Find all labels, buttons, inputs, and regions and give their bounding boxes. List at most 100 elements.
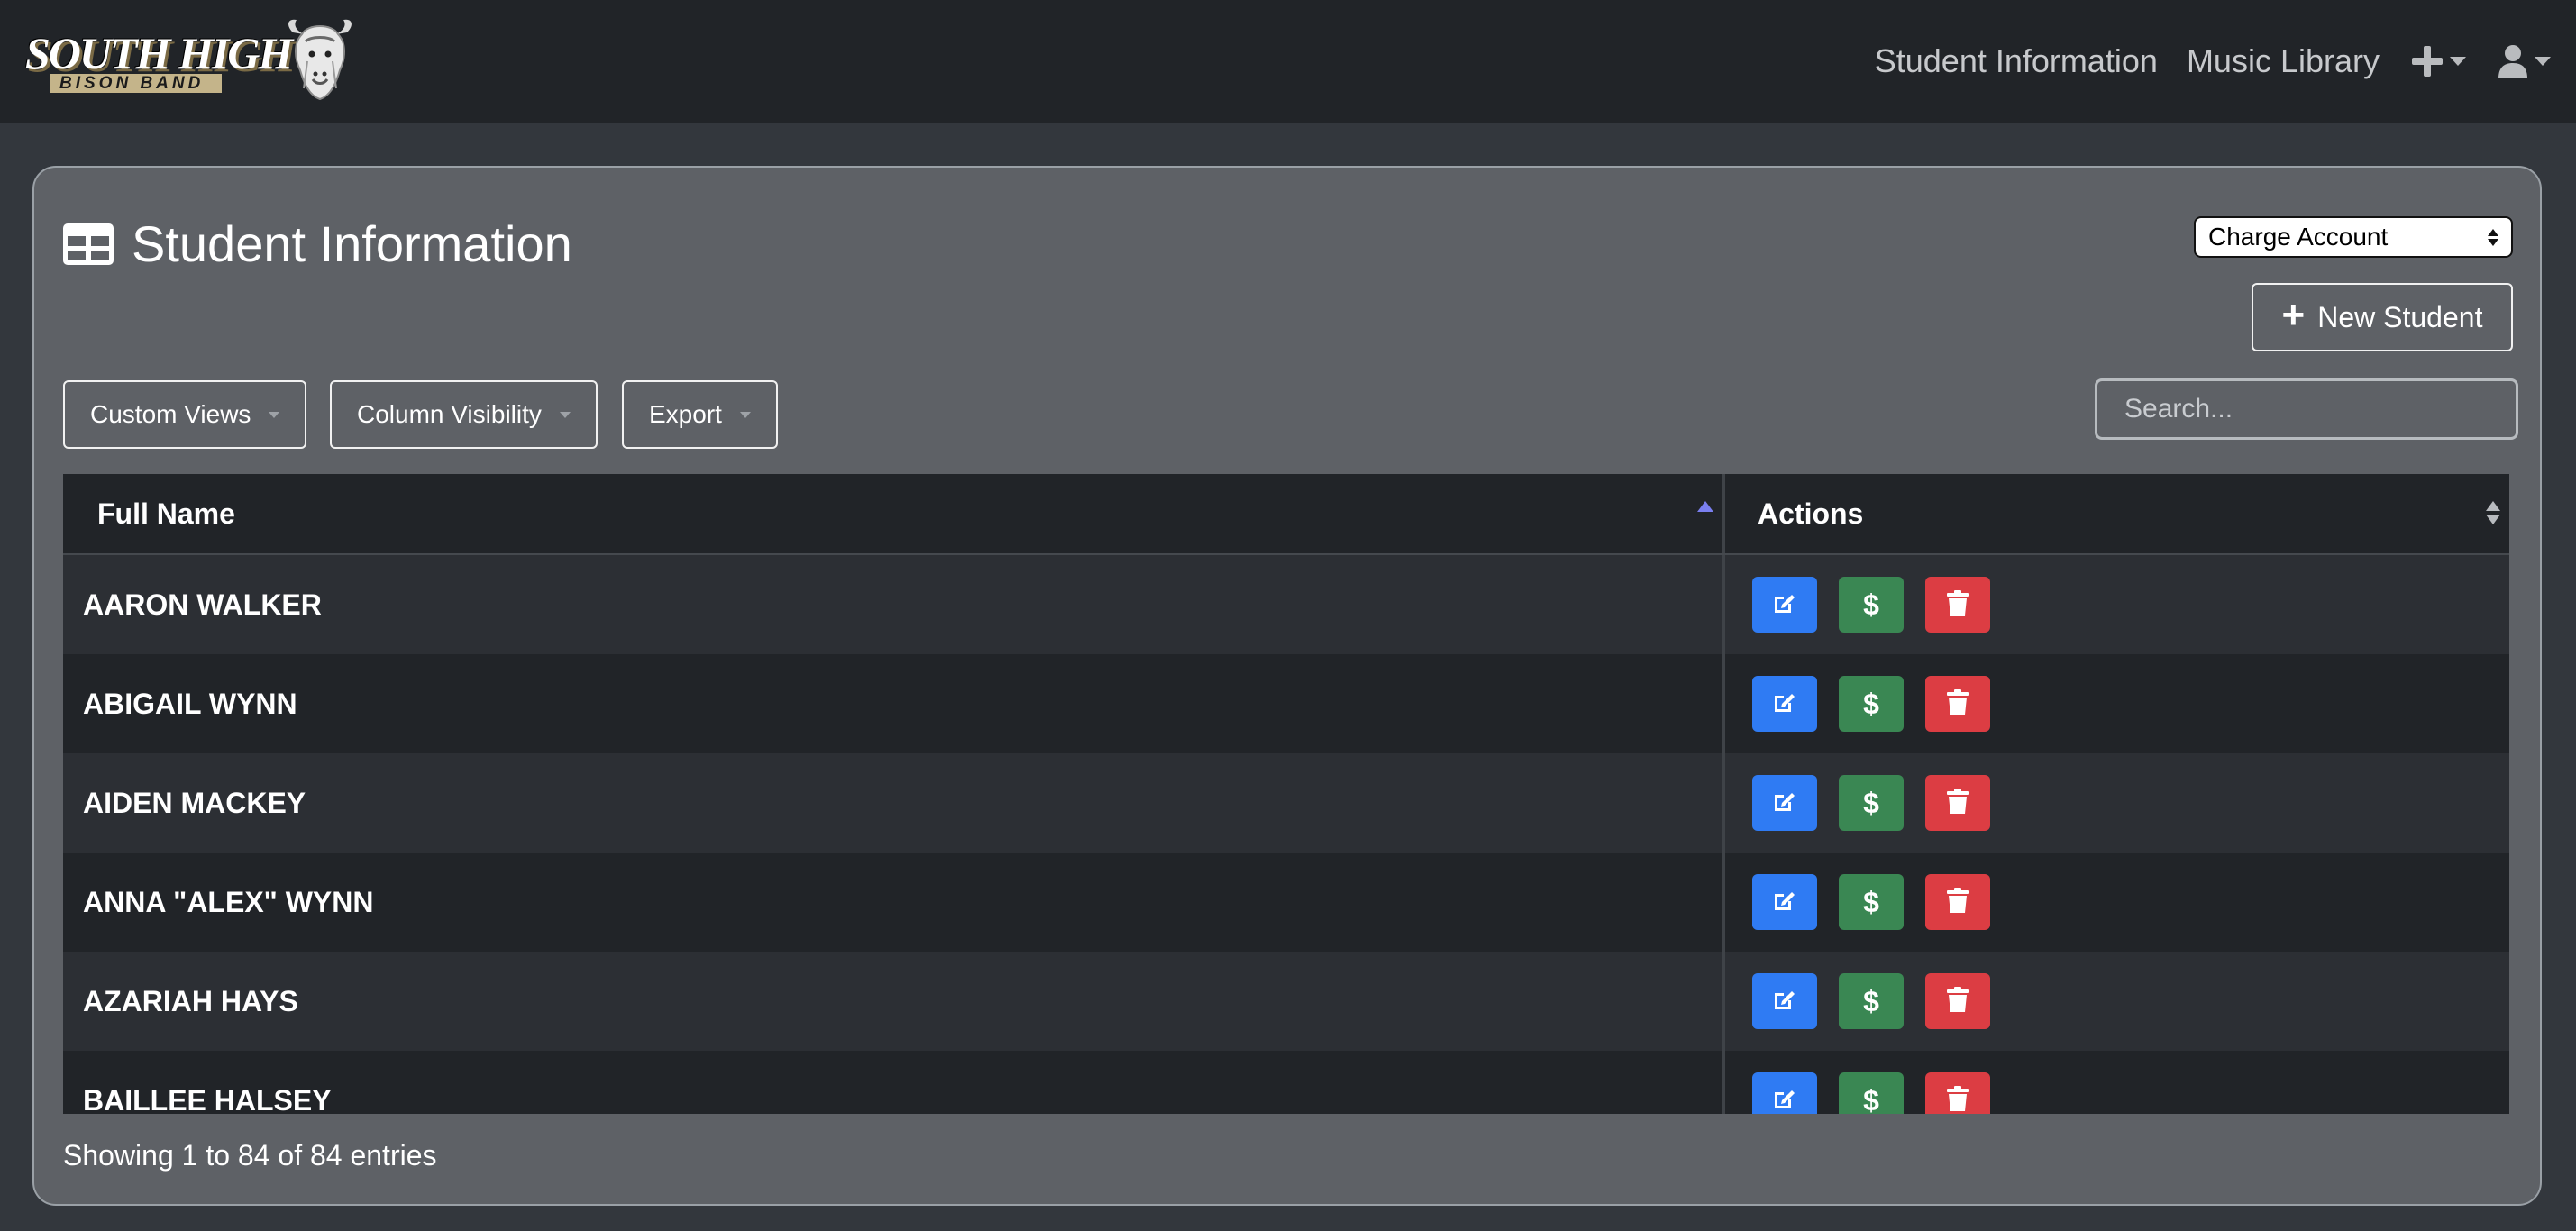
delete-button[interactable] bbox=[1925, 1072, 1990, 1114]
edit-button[interactable] bbox=[1752, 874, 1817, 930]
chevron-down-icon bbox=[2450, 57, 2466, 66]
user-dropdown[interactable] bbox=[2498, 44, 2551, 78]
new-student-label: New Student bbox=[2317, 300, 2483, 333]
nav-link-student-information[interactable]: Student Information bbox=[1875, 42, 2158, 80]
edit-button[interactable] bbox=[1752, 676, 1817, 732]
charge-account-select-value: Charge Account bbox=[2208, 223, 2389, 251]
dollar-icon: $ bbox=[1863, 885, 1879, 918]
edit-icon bbox=[1771, 589, 1798, 621]
delete-button[interactable] bbox=[1925, 676, 1990, 732]
table-icon bbox=[63, 223, 114, 265]
edit-button[interactable] bbox=[1752, 577, 1817, 633]
table-info: Showing 1 to 84 of 84 entries bbox=[63, 1139, 437, 1172]
dollar-icon: $ bbox=[1863, 588, 1879, 621]
trash-icon bbox=[1947, 887, 1969, 917]
table-row: AIDEN MACKEY $ bbox=[63, 753, 2509, 853]
trash-icon bbox=[1947, 788, 1969, 818]
column-header-actions-label: Actions bbox=[1758, 497, 1864, 530]
row-actions: $ bbox=[1725, 1051, 2509, 1114]
row-actions: $ bbox=[1725, 952, 2509, 1051]
student-information-card: Student Information Charge Account + New… bbox=[32, 166, 2542, 1206]
student-name: AZARIAH HAYS bbox=[63, 952, 1725, 1051]
student-name: ANNA "ALEX" WYNN bbox=[63, 853, 1725, 952]
dollar-icon: $ bbox=[1863, 786, 1879, 819]
add-dropdown[interactable] bbox=[2412, 46, 2466, 77]
sort-icon bbox=[2486, 501, 2500, 524]
edit-icon bbox=[1771, 1085, 1798, 1115]
student-name: ABIGAIL WYNN bbox=[63, 654, 1725, 753]
row-actions: $ bbox=[1725, 853, 2509, 952]
edit-button[interactable] bbox=[1752, 973, 1817, 1029]
delete-button[interactable] bbox=[1925, 973, 1990, 1029]
new-student-button[interactable]: + New Student bbox=[2252, 283, 2513, 351]
search-placeholder: Search... bbox=[2124, 394, 2233, 424]
bison-head-icon bbox=[284, 16, 356, 107]
custom-views-button[interactable]: Custom Views bbox=[63, 380, 307, 449]
table-row: AZARIAH HAYS $ bbox=[63, 952, 2509, 1051]
brand-bottom-text: BISON BAND bbox=[50, 73, 222, 93]
select-arrows-icon bbox=[2488, 228, 2498, 246]
edit-icon bbox=[1771, 688, 1798, 720]
delete-button[interactable] bbox=[1925, 577, 1990, 633]
page-title: Student Information bbox=[63, 214, 572, 273]
sort-ascending-icon bbox=[1697, 501, 1713, 512]
charge-button[interactable]: $ bbox=[1839, 775, 1904, 831]
dollar-icon: $ bbox=[1863, 687, 1879, 720]
table-row: BAILLEE HALSEY $ bbox=[63, 1051, 2509, 1114]
nav-link-music-library[interactable]: Music Library bbox=[2187, 42, 2380, 80]
edit-icon bbox=[1771, 788, 1798, 819]
student-name: BAILLEE HALSEY bbox=[63, 1051, 1725, 1114]
custom-views-label: Custom Views bbox=[90, 400, 251, 428]
brand-top-text: SOUTH HIGH bbox=[25, 27, 293, 78]
plus-icon: + bbox=[2281, 293, 2306, 337]
chevron-down-icon bbox=[2535, 57, 2551, 66]
edit-button[interactable] bbox=[1752, 1072, 1817, 1114]
dollar-icon: $ bbox=[1863, 984, 1879, 1017]
table-body: AARON WALKER $ ABIGAIL WYNN $ AIDEN MACKEY $ A… bbox=[63, 555, 2509, 1114]
table-row: ANNA "ALEX" WYNN $ bbox=[63, 853, 2509, 952]
charge-button[interactable]: $ bbox=[1839, 577, 1904, 633]
chevron-down-icon bbox=[559, 411, 571, 418]
student-name: AARON WALKER bbox=[63, 555, 1725, 654]
student-name: AIDEN MACKEY bbox=[63, 753, 1725, 853]
trash-icon bbox=[1947, 589, 1969, 620]
delete-button[interactable] bbox=[1925, 874, 1990, 930]
navbar: SOUTH HIGH BISON BAND Student Informatio… bbox=[0, 0, 2576, 123]
search-input[interactable]: Search... bbox=[2095, 378, 2518, 440]
page-title-text: Student Information bbox=[132, 215, 572, 272]
delete-button[interactable] bbox=[1925, 775, 1990, 831]
edit-button[interactable] bbox=[1752, 775, 1817, 831]
row-actions: $ bbox=[1725, 753, 2509, 853]
row-actions: $ bbox=[1725, 654, 2509, 753]
charge-button[interactable]: $ bbox=[1839, 1072, 1904, 1114]
column-header-actions[interactable]: Actions bbox=[1725, 474, 2509, 553]
brand-wordmark: SOUTH HIGH BISON BAND bbox=[25, 27, 293, 93]
charge-button[interactable]: $ bbox=[1839, 874, 1904, 930]
charge-button[interactable]: $ bbox=[1839, 973, 1904, 1029]
charge-button[interactable]: $ bbox=[1839, 676, 1904, 732]
plus-icon bbox=[2412, 46, 2443, 77]
export-label: Export bbox=[649, 400, 722, 428]
column-header-full-name-label: Full Name bbox=[97, 497, 235, 530]
export-button[interactable]: Export bbox=[622, 380, 778, 449]
table-row: ABIGAIL WYNN $ bbox=[63, 654, 2509, 753]
row-actions: $ bbox=[1725, 555, 2509, 654]
dollar-icon: $ bbox=[1863, 1083, 1879, 1115]
students-table: Full Name Actions AARON WALKER $ ABIGAIL W… bbox=[63, 474, 2509, 1114]
table-header: Full Name Actions bbox=[63, 474, 2509, 555]
chevron-down-icon bbox=[269, 411, 280, 418]
trash-icon bbox=[1947, 688, 1969, 719]
column-visibility-label: Column Visibility bbox=[357, 400, 542, 428]
column-visibility-button[interactable]: Column Visibility bbox=[330, 380, 598, 449]
trash-icon bbox=[1947, 1085, 1969, 1115]
charge-account-select[interactable]: Charge Account bbox=[2194, 216, 2513, 258]
brand-logo[interactable]: SOUTH HIGH BISON BAND bbox=[25, 16, 356, 106]
edit-icon bbox=[1771, 986, 1798, 1017]
trash-icon bbox=[1947, 986, 1969, 1017]
user-icon bbox=[2498, 45, 2527, 78]
chevron-down-icon bbox=[739, 411, 751, 418]
column-header-full-name[interactable]: Full Name bbox=[63, 474, 1725, 553]
edit-icon bbox=[1771, 887, 1798, 918]
nav-menu: Student Information Music Library bbox=[1846, 0, 2551, 123]
table-row: AARON WALKER $ bbox=[63, 555, 2509, 654]
